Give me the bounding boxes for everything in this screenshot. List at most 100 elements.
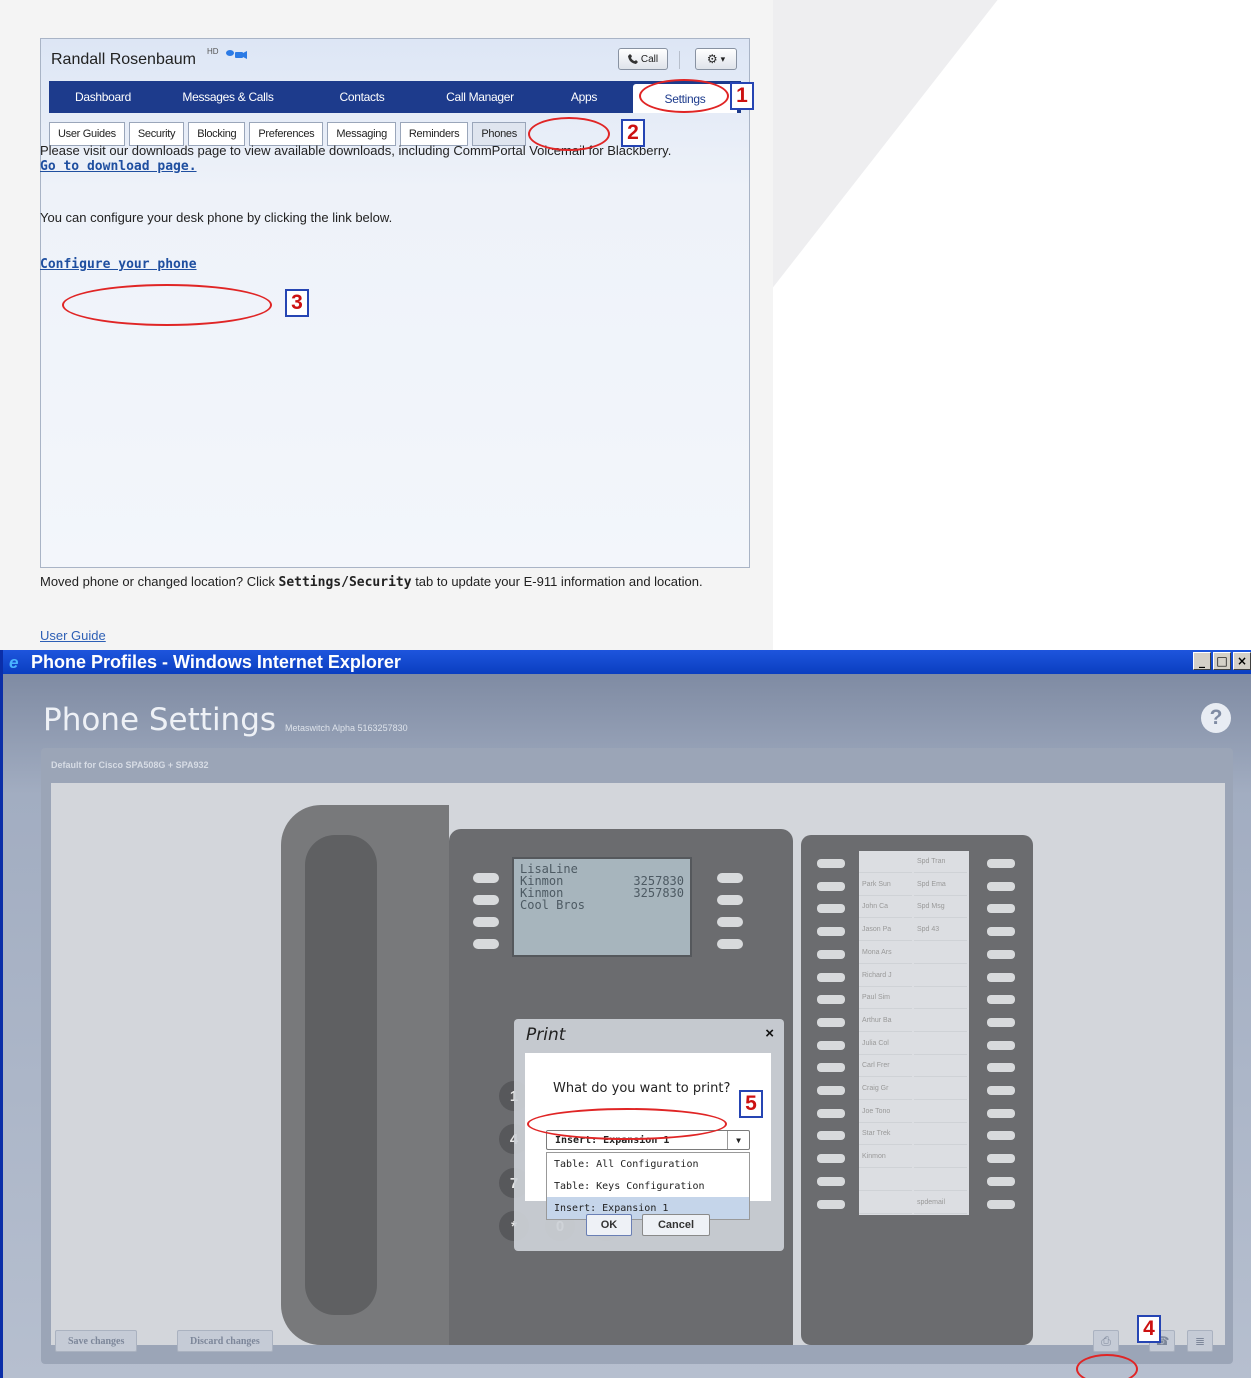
line-key[interactable]: [473, 939, 499, 949]
expansion-label-right: [914, 942, 967, 964]
expansion-key[interactable]: [817, 1131, 845, 1141]
expansion-key[interactable]: [987, 1086, 1015, 1095]
line-key[interactable]: [717, 873, 743, 883]
expansion-key[interactable]: [987, 1199, 1015, 1209]
expansion-key[interactable]: [817, 995, 845, 1005]
expansion-key[interactable]: [817, 1063, 845, 1073]
expansion-key[interactable]: [987, 904, 1015, 914]
expansion-key[interactable]: [987, 1063, 1015, 1073]
expansion-label-left: Star Trek: [859, 1123, 912, 1146]
expansion-key[interactable]: [987, 927, 1015, 937]
list-icon[interactable]: ≣: [1187, 1330, 1213, 1352]
line-key[interactable]: [473, 917, 499, 927]
expansion-label-left: Arthur Ba: [859, 1010, 912, 1032]
chevron-down-icon[interactable]: ▼: [727, 1131, 749, 1149]
nav-settings[interactable]: Settings: [633, 84, 737, 113]
expansion-label-left: Paul Sim: [859, 987, 912, 1010]
discard-changes-button[interactable]: Discard changes: [177, 1330, 273, 1352]
expansion-key[interactable]: [817, 1086, 845, 1095]
expansion-key[interactable]: [817, 1040, 845, 1050]
configure-phone-link[interactable]: Configure your phone: [40, 257, 197, 272]
user-name: Randall Rosenbaum: [51, 51, 196, 68]
expansion-label-right: Spd 43: [914, 919, 967, 942]
expansion-label-left: Park Sun: [859, 874, 912, 896]
print-icon[interactable]: ⎙: [1093, 1330, 1119, 1352]
page-subtitle: Metaswitch Alpha 5163257830: [285, 723, 408, 733]
ie-logo-icon: e: [9, 653, 19, 672]
nav-apps[interactable]: Apps: [535, 81, 633, 113]
expansion-label-left: Julia Col: [859, 1033, 912, 1055]
download-page-link[interactable]: Go to download page.: [40, 159, 197, 174]
expansion-key[interactable]: [987, 1017, 1015, 1027]
expansion-key[interactable]: [817, 972, 845, 982]
expansion-key[interactable]: [817, 1199, 845, 1209]
expansion-key[interactable]: [987, 1176, 1015, 1186]
print-dialog: Print × What do you want to print? Inser…: [514, 1019, 784, 1251]
line-key[interactable]: [717, 939, 743, 949]
expansion-label-left: Joe Tono: [859, 1101, 912, 1123]
print-option-all-configuration[interactable]: Table: All Configuration: [547, 1153, 749, 1175]
line-key[interactable]: [717, 895, 743, 905]
expansion-key[interactable]: [817, 927, 845, 937]
portal-header: Randall Rosenbaum HD Call ⚙ ▾: [41, 39, 749, 79]
expansion-label-right: [914, 1146, 967, 1169]
profile-label: Default for Cisco SPA508G + SPA932: [51, 760, 209, 770]
expansion-key[interactable]: [817, 859, 845, 868]
expansion-key[interactable]: [987, 881, 1015, 891]
line-key[interactable]: [473, 895, 499, 905]
phone-canvas: LisaLine Kinmon 3257830 Kinmon 3257830 Coo…: [51, 783, 1225, 1345]
page-title: Phone Settings: [43, 702, 277, 738]
nav-contacts[interactable]: Contacts: [299, 81, 425, 113]
hd-badge: HD: [207, 47, 219, 56]
expansion-key[interactable]: [987, 1131, 1015, 1141]
line-key[interactable]: [717, 917, 743, 927]
nav-dashboard[interactable]: Dashboard: [49, 81, 157, 113]
call-button[interactable]: Call: [618, 48, 668, 70]
settings-menu-button[interactable]: ⚙ ▾: [695, 48, 737, 70]
expansion-label-right: [914, 987, 967, 1010]
print-option-keys-configuration[interactable]: Table: Keys Configuration: [547, 1175, 749, 1197]
print-question: What do you want to print?: [553, 1081, 731, 1096]
ie-titlebar: e Phone Profiles - Windows Internet Expl…: [3, 650, 1251, 674]
help-icon[interactable]: ?: [1201, 703, 1231, 733]
expansion-key[interactable]: [987, 1108, 1015, 1118]
expansion-key[interactable]: [817, 1176, 845, 1186]
expansion-key[interactable]: [817, 949, 845, 959]
close-button[interactable]: ×: [1233, 652, 1251, 670]
print-ok-button[interactable]: OK: [586, 1214, 632, 1236]
expansion-key[interactable]: [987, 995, 1015, 1005]
close-icon[interactable]: ×: [765, 1025, 774, 1042]
expansion-key[interactable]: [987, 1154, 1015, 1164]
expansion-key[interactable]: [987, 1040, 1015, 1050]
expansion-key[interactable]: [817, 1108, 845, 1118]
minimize-button[interactable]: _: [1193, 652, 1211, 670]
expansion-label-right: [914, 1055, 967, 1078]
commportal-area: Randall Rosenbaum HD Call ⚙ ▾ Dashboard …: [0, 0, 773, 650]
save-changes-button[interactable]: Save changes: [55, 1330, 138, 1352]
user-guide-link[interactable]: User Guide: [40, 628, 106, 643]
line-key[interactable]: [473, 873, 499, 883]
expansion-key[interactable]: [817, 1154, 845, 1164]
expansion-label-left: Jason Pa: [859, 919, 912, 942]
expansion-label-right: [914, 1033, 967, 1055]
print-target-select[interactable]: Insert: Expansion 1 ▼: [546, 1130, 750, 1150]
expansion-key[interactable]: [987, 949, 1015, 959]
expansion-module: Park Sun John Ca Jason Pa Mona Ars Richard J…: [801, 835, 1033, 1345]
expansion-label-left: Richard J: [859, 965, 912, 987]
nav-call-manager[interactable]: Call Manager: [425, 81, 535, 113]
maximize-button[interactable]: □: [1213, 652, 1231, 670]
expansion-label-left: [859, 1192, 912, 1214]
video-call-icon[interactable]: [225, 49, 247, 59]
print-cancel-button[interactable]: Cancel: [642, 1214, 710, 1236]
e911-note: Moved phone or changed location? Click S…: [40, 574, 760, 590]
settings-security-reference: Settings/Security: [278, 575, 412, 590]
chevron-down-icon: ▾: [720, 53, 726, 64]
expansion-key[interactable]: [817, 904, 845, 914]
expansion-card: Park Sun John Ca Jason Pa Mona Ars Richard J…: [859, 851, 969, 1215]
expansion-key[interactable]: [987, 859, 1015, 868]
call-button-label: Call: [640, 53, 659, 65]
nav-messages-calls[interactable]: Messages & Calls: [157, 81, 299, 113]
expansion-key[interactable]: [817, 1017, 845, 1027]
expansion-key[interactable]: [817, 881, 845, 891]
expansion-key[interactable]: [987, 972, 1015, 982]
